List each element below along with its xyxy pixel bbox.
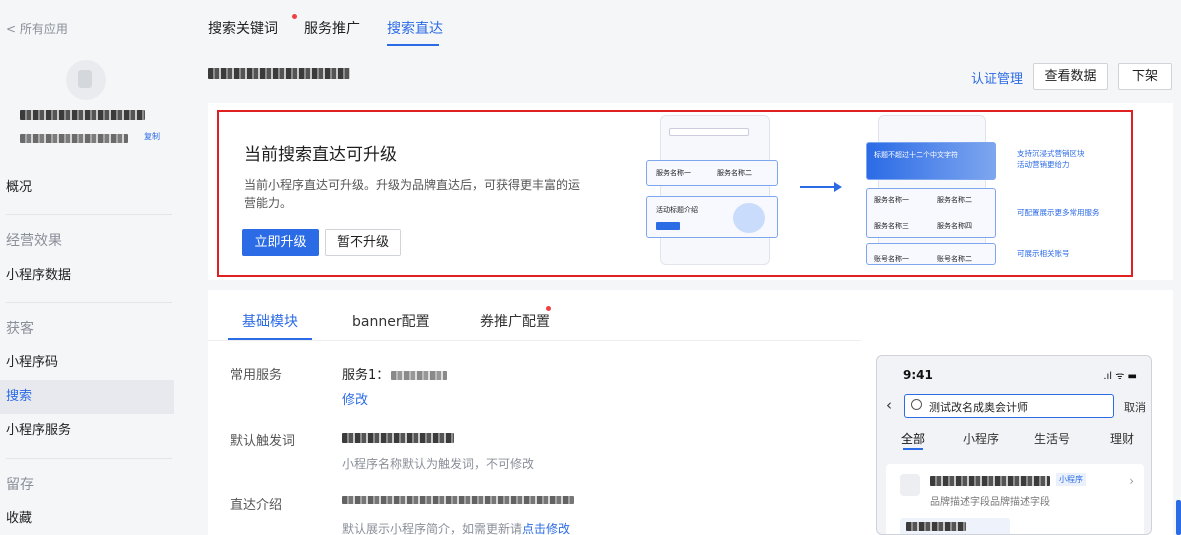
- tab-coupon-config[interactable]: 券推广配置: [480, 311, 550, 331]
- arrow-head-icon: [834, 182, 842, 192]
- intro-label: 直达介绍: [230, 498, 283, 513]
- illustration-note: 活动营销更给力: [1017, 160, 1070, 169]
- tab-search-direct[interactable]: 搜索直达: [387, 18, 443, 38]
- trigger-word-label: 默认触发词: [230, 434, 296, 449]
- search-icon: [911, 399, 922, 410]
- copy-app-id-button[interactable]: 复制: [144, 131, 160, 142]
- signal-wifi-battery-icon: .ıl ᯤ ▬: [1103, 371, 1137, 382]
- tab-banner-config[interactable]: banner配置: [352, 311, 430, 331]
- intro-hint: 默认展示小程序简介，如需更新请点击修改: [342, 522, 571, 535]
- illustration-before-phone: [660, 115, 770, 265]
- phone-cancel: 取消: [1124, 401, 1146, 414]
- tab-service-promotion[interactable]: 服务推广: [304, 18, 360, 38]
- illustration-note: 可展示相关账号: [1017, 249, 1070, 258]
- sidebar-divider: [6, 214, 172, 215]
- skip-upgrade-button[interactable]: 暂不升级: [325, 229, 401, 256]
- trigger-word-value-redacted: [342, 433, 454, 443]
- illustration-service-card: 服务名称一 服务名称二: [646, 160, 778, 186]
- sidebar-item-miniapp-service[interactable]: 小程序服务: [0, 414, 174, 448]
- upgrade-description: 当前小程序直达可升级。升级为品牌直达后，可获得更丰富的运营能力。: [244, 178, 581, 210]
- app-logo: [900, 474, 920, 496]
- sidebar-divider: [6, 458, 172, 459]
- offline-button[interactable]: 下架: [1118, 63, 1172, 90]
- upgrade-title: 当前搜索直达可升级: [244, 145, 397, 165]
- new-indicator-dot: [292, 14, 297, 19]
- sidebar-item-miniapp-code[interactable]: 小程序码: [0, 346, 174, 380]
- illustration-note: 可配置展示更多常用服务: [1017, 208, 1100, 217]
- upgrade-now-button[interactable]: 立即升级: [242, 229, 319, 256]
- sidebar-item-overview[interactable]: 概况: [0, 171, 174, 205]
- illustration-note: 支持沉浸式营销区块: [1017, 149, 1085, 158]
- illustration-banner-card: 标题不超过十二个中文字符: [866, 142, 996, 180]
- phone-search-box: 测试改名成奥会计师: [904, 394, 1114, 418]
- app-id-redacted: [20, 134, 128, 143]
- cert-management-link[interactable]: 认证管理: [971, 68, 1023, 87]
- phone-time: 9:41: [903, 368, 933, 382]
- trigger-word-hint: 小程序名称默认为触发词，不可修改: [342, 457, 535, 471]
- view-data-button[interactable]: 查看数据: [1033, 63, 1108, 90]
- illustration-account-row: 账号名称一 账号名称二: [866, 243, 996, 265]
- edit-services-link[interactable]: 修改: [342, 389, 368, 408]
- phone-tab-underline: [903, 448, 923, 450]
- sidebar-item-miniapp-data[interactable]: 小程序数据: [0, 259, 174, 293]
- illustration-service-grid: 服务名称一 服务名称二 服务名称三 服务名称四: [866, 188, 996, 238]
- phone-tab-miniapp: 小程序: [963, 432, 1000, 446]
- sidebar-divider: [6, 302, 172, 303]
- click-to-edit-link[interactable]: 点击修改: [522, 522, 570, 535]
- tab-basic-module[interactable]: 基础模块: [242, 311, 298, 331]
- arrow-right-icon: [800, 186, 836, 188]
- active-tab-underline: [387, 44, 439, 46]
- sidebar-item-search[interactable]: 搜索: [0, 380, 174, 414]
- chevron-right-icon: ›: [1129, 474, 1134, 488]
- back-chevron-icon: ‹: [886, 396, 892, 414]
- brand-description: 品牌描述字段品牌描述字段: [930, 497, 1050, 508]
- common-services-label: 常用服务: [230, 368, 283, 383]
- sidebar: < 所有应用 复制 概况 经营效果 小程序数据 获客 小程序码 搜索 小程序服务…: [0, 0, 174, 535]
- sidebar-group-retention: 留存: [6, 477, 34, 493]
- phone-tab-all: 全部: [901, 432, 926, 446]
- phone-tab-finance: 理财: [1110, 432, 1135, 446]
- app-avatar: [66, 60, 106, 100]
- sidebar-group-acquisition: 获客: [6, 321, 34, 337]
- scrollbar-thumb[interactable]: [1176, 500, 1181, 535]
- new-indicator-dot: [546, 306, 551, 311]
- phone-tab-life: 生活号: [1034, 432, 1071, 446]
- sidebar-group-business: 经营效果: [6, 233, 62, 249]
- miniapp-badge: 小程序: [1056, 473, 1086, 486]
- service-chip: [900, 518, 1010, 534]
- intro-value-redacted: [342, 496, 574, 504]
- phone-preview: 9:41 .ıl ᯤ ▬ ‹ 测试改名成奥会计师 取消 全部 小程序 生活号 理…: [876, 355, 1152, 535]
- phone-result-card: 小程序 品牌描述字段品牌描述字段 ›: [886, 464, 1144, 534]
- back-to-all-apps-link[interactable]: < 所有应用: [6, 20, 68, 37]
- tab-divider: [208, 340, 861, 341]
- page-title-redacted: [208, 68, 350, 79]
- app-name-redacted: [20, 110, 145, 120]
- illustration-promo-card: 活动标题介绍: [646, 196, 778, 238]
- app-name-redacted: [930, 476, 1050, 486]
- sidebar-item-favorites[interactable]: 收藏: [0, 502, 174, 535]
- tab-search-keywords[interactable]: 搜索关键词: [208, 18, 278, 38]
- phone-search-query: 测试改名成奥会计师: [929, 401, 1028, 414]
- common-services-value: 服务1：: [342, 364, 448, 383]
